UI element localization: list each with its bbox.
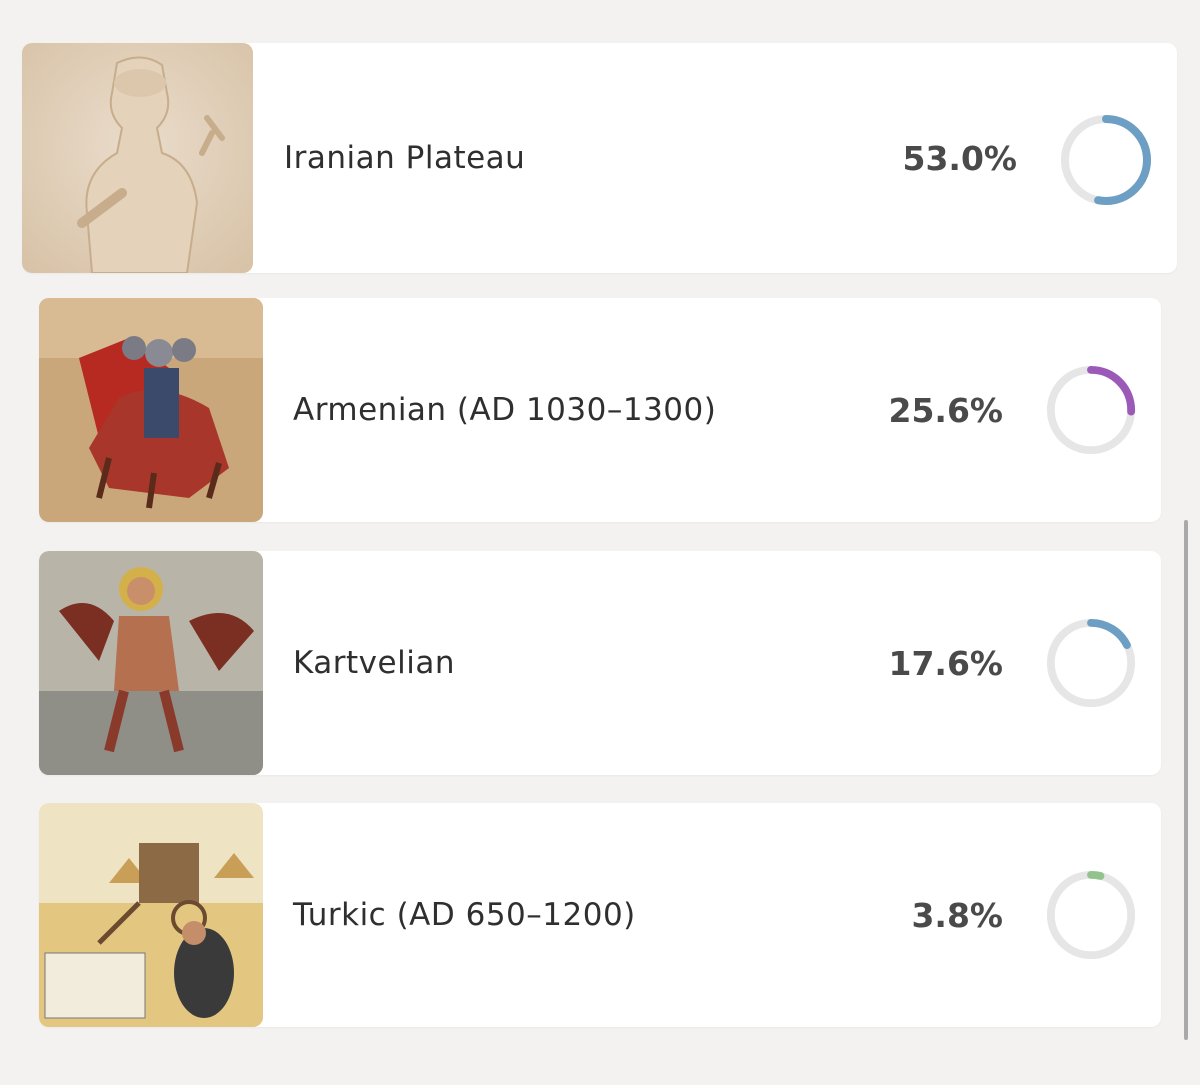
ancestry-row-armenian[interactable]: Armenian (AD 1030–1300) 25.6% [39, 298, 1161, 522]
vertical-scrollbar[interactable] [1184, 520, 1188, 1040]
georgian-fresco-saint-image [39, 551, 263, 775]
percentage-value: 25.6% [888, 391, 1004, 430]
percentage-donut-chart [1046, 618, 1136, 708]
population-label: Iranian Plateau [284, 140, 526, 176]
population-label: Turkic (AD 650–1200) [293, 897, 636, 933]
armenian-manuscript-horseman-image [39, 298, 263, 522]
ancestry-row-turkic[interactable]: Turkic (AD 650–1200) 3.8% [39, 803, 1161, 1027]
population-label: Armenian (AD 1030–1300) [293, 392, 717, 428]
population-label: Kartvelian [293, 645, 455, 681]
sasanian-seal-relief-image [22, 43, 253, 273]
percentage-donut-chart [1061, 115, 1151, 205]
donut-track [1046, 870, 1136, 960]
percentage-value: 17.6% [888, 644, 1004, 683]
percentage-donut-chart [1046, 365, 1136, 455]
percentage-value: 3.8% [911, 896, 1003, 935]
ancestry-breakdown-list: Iranian Plateau 53.0% Armenian (AD 1030–… [0, 0, 1200, 1085]
turkic-nomad-camp-illustration-image [39, 803, 263, 1027]
ancestry-row-kartvelian[interactable]: Kartvelian 17.6% [39, 551, 1161, 775]
percentage-donut-chart [1046, 870, 1136, 960]
ancestry-row-iranian-plateau[interactable]: Iranian Plateau 53.0% [22, 43, 1177, 273]
percentage-value: 53.0% [902, 139, 1018, 178]
